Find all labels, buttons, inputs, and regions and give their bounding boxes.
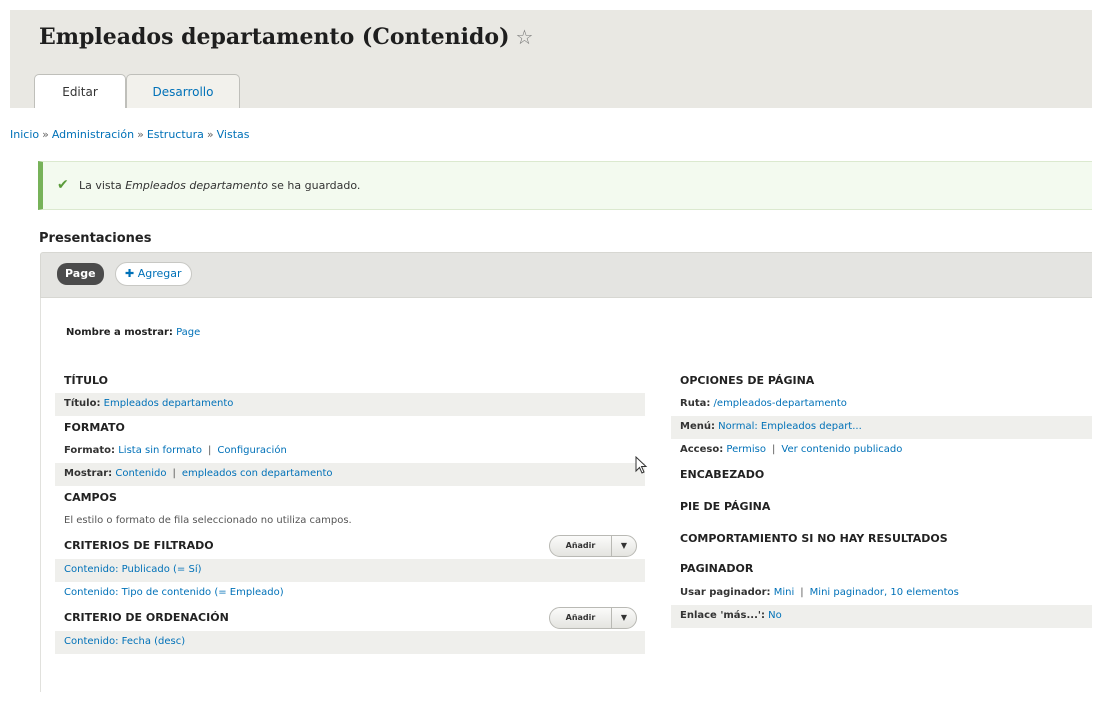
add-filter-dropbutton: Añadir ▼ <box>549 535 637 557</box>
page-title-text: Empleados departamento (Contenido) <box>39 24 510 50</box>
titulo-label: Título: <box>64 398 101 409</box>
mas-label: Enlace 'más...': <box>680 610 765 621</box>
titulo-link[interactable]: Empleados departamento <box>104 398 234 409</box>
mostrar-link[interactable]: Contenido <box>115 468 166 479</box>
pipe-divider: | <box>172 468 176 479</box>
filter-item: Contenido: Tipo de contenido (= Empleado… <box>55 582 645 605</box>
pipe-divider: | <box>772 444 776 455</box>
pipe-divider: | <box>208 445 212 456</box>
mas-row: Enlace 'más...': No <box>671 605 1092 628</box>
pipe-divider: | <box>800 587 804 598</box>
mostrar-row: Mostrar: Contenido | empleados con departa… <box>55 463 645 486</box>
section-orden-heading: CRITERIO DE ORDENACIÓN Añadir ▼ <box>55 605 645 631</box>
filter-item-link[interactable]: Contenido: Tipo de contenido (= Empleado… <box>64 587 284 598</box>
acceso-row: Acceso: Permiso | Ver contenido publicado <box>671 439 1092 462</box>
section-pie-heading: PIE DE PÁGINA <box>680 500 771 513</box>
formato-label: Formato: <box>64 445 116 456</box>
tab-desarrollo[interactable]: Desarrollo <box>126 74 240 108</box>
breadcrumb-estructura[interactable]: Estructura <box>147 128 204 141</box>
sort-item: Contenido: Fecha (desc) <box>55 631 645 654</box>
displays-bar: Page ✚ Agregar <box>40 252 1092 298</box>
sort-item-link[interactable]: Contenido: Fecha (desc) <box>64 636 185 647</box>
filtros-heading-text: CRITERIOS DE FILTRADO <box>64 539 214 552</box>
mas-link[interactable]: No <box>768 610 782 621</box>
displays-heading: Presentaciones <box>39 231 152 246</box>
usar-paginador-link[interactable]: Mini <box>774 587 795 598</box>
acceso-label: Acceso: <box>680 444 724 455</box>
ruta-label: Ruta: <box>680 398 711 409</box>
display-name-link[interactable]: Page <box>176 327 200 338</box>
breadcrumb-separator: » <box>137 128 144 141</box>
breadcrumb-separator: » <box>206 128 214 141</box>
checkmark-icon: ✔ <box>57 177 69 193</box>
breadcrumb-vistas[interactable]: Vistas <box>217 128 250 141</box>
add-sort-dropbutton: Añadir ▼ <box>549 607 637 629</box>
section-formato-heading: FORMATO <box>64 421 125 434</box>
mostrar-settings-link[interactable]: empleados con departamento <box>182 468 333 479</box>
breadcrumb-inicio[interactable]: Inicio <box>10 128 39 141</box>
titulo-row: Título: Empleados departamento <box>55 393 645 416</box>
section-no-results-heading: COMPORTAMIENTO SI NO HAY RESULTADOS <box>680 532 948 545</box>
menu-link[interactable]: Normal: Empleados depart... <box>718 421 862 432</box>
page-title: Empleados departamento (Contenido) ☆ <box>39 24 533 50</box>
add-sort-button[interactable]: Añadir <box>550 608 612 628</box>
chevron-down-icon[interactable]: ▼ <box>612 608 636 628</box>
display-name-row: Nombre a mostrar: Page <box>66 327 200 338</box>
display-tab-page[interactable]: Page <box>57 263 104 285</box>
acceso-settings-link[interactable]: Ver contenido publicado <box>781 444 902 455</box>
mostrar-label: Mostrar: <box>64 468 113 479</box>
display-content: Nombre a mostrar: Page TÍTULO Título: Em… <box>40 298 1092 692</box>
breadcrumb: Inicio» Administración» Estructura» Vistas <box>10 128 250 141</box>
section-encabezado-heading: ENCABEZADO <box>680 468 765 481</box>
section-titulo-heading: TÍTULO <box>64 374 108 387</box>
page-header: Empleados departamento (Contenido) ☆ Edit… <box>10 10 1092 108</box>
usar-paginador-settings-link[interactable]: Mini paginador, 10 elementos <box>810 587 959 598</box>
formato-link[interactable]: Lista sin formato <box>118 445 202 456</box>
status-suffix: se ha guardado. <box>267 179 361 192</box>
page-frame: Empleados departamento (Contenido) ☆ Edit… <box>10 10 1092 692</box>
campos-note: El estilo o formato de fila seleccionado… <box>64 515 352 526</box>
status-message-text: La vista Empleados departamento se ha gu… <box>79 179 360 192</box>
left-column: TÍTULO Título: Empleados departamento FO… <box>55 369 645 654</box>
formato-settings-link[interactable]: Configuración <box>217 445 286 456</box>
usar-paginador-label: Usar paginador: <box>680 587 771 598</box>
breadcrumb-separator: » <box>42 128 49 141</box>
right-column: OPCIONES DE PÁGINA Ruta: /empleados-depa… <box>671 369 1092 628</box>
add-display-button[interactable]: ✚ Agregar <box>115 262 192 286</box>
section-campos-heading: CAMPOS <box>64 491 117 504</box>
filter-item-link[interactable]: Contenido: Publicado (= Sí) <box>64 564 202 575</box>
tab-editar[interactable]: Editar <box>34 74 126 108</box>
filter-item: Contenido: Publicado (= Sí) <box>55 559 645 582</box>
breadcrumb-administracion[interactable]: Administración <box>52 128 134 141</box>
ruta-row: Ruta: /empleados-departamento <box>671 393 1092 416</box>
usar-paginador-row: Usar paginador: Mini | Mini paginador, 10 … <box>671 582 1092 605</box>
status-view-name: Empleados departamento <box>125 179 268 192</box>
menu-row: Menú: Normal: Empleados depart... <box>671 416 1092 439</box>
formato-row: Formato: Lista sin formato | Configuración <box>55 440 645 463</box>
ruta-link[interactable]: /empleados-departamento <box>714 398 847 409</box>
chevron-down-icon[interactable]: ▼ <box>612 536 636 556</box>
menu-label: Menú: <box>680 421 715 432</box>
add-filter-button[interactable]: Añadir <box>550 536 612 556</box>
star-icon[interactable]: ☆ <box>516 25 534 49</box>
section-filtros-heading: CRITERIOS DE FILTRADO Añadir ▼ <box>55 533 645 559</box>
display-name-label: Nombre a mostrar: <box>66 327 173 338</box>
status-message: ✔ La vista Empleados departamento se ha … <box>38 161 1092 210</box>
section-pagina-heading: OPCIONES DE PÁGINA <box>680 374 815 387</box>
orden-heading-text: CRITERIO DE ORDENACIÓN <box>64 611 229 624</box>
acceso-link[interactable]: Permiso <box>726 444 766 455</box>
mouse-cursor-icon <box>635 456 648 474</box>
status-prefix: La vista <box>79 179 126 192</box>
section-paginador-heading: PAGINADOR <box>680 562 754 575</box>
